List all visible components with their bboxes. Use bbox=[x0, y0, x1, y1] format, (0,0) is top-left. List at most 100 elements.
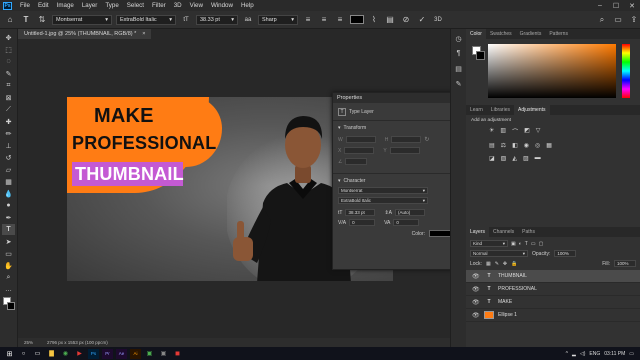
illustrator-taskbar-icon[interactable]: Ai bbox=[130, 348, 141, 359]
visibility-eye-icon[interactable]: 👁 bbox=[472, 299, 480, 306]
toggle-orientation-icon[interactable]: ⇅ bbox=[36, 14, 48, 26]
smart-filter-icon[interactable]: ▢ bbox=[539, 241, 544, 247]
levels-icon[interactable]: ▥ bbox=[500, 127, 506, 136]
path-select-tool-icon[interactable]: ➤ bbox=[2, 236, 15, 247]
maximize-icon[interactable]: ☐ bbox=[608, 2, 624, 10]
clone-stamp-tool-icon[interactable]: ⊥ bbox=[2, 140, 15, 151]
font-size-field[interactable]: 38.33 pt ▾ bbox=[196, 14, 238, 25]
menu-type[interactable]: Type bbox=[101, 2, 122, 9]
layer-row-ellipse[interactable]: 👁 Ellipse 1 bbox=[466, 309, 640, 322]
color-lookup-icon[interactable]: ▦ bbox=[546, 142, 552, 149]
align-center-icon[interactable]: ≡ bbox=[318, 14, 330, 26]
char-font-size-field[interactable]: 38.33 pt bbox=[345, 209, 376, 216]
blend-mode-select[interactable]: Normal ▾ bbox=[470, 250, 528, 257]
history-brush-tool-icon[interactable]: ↺ bbox=[2, 152, 15, 163]
background-color-swatch[interactable] bbox=[476, 51, 485, 60]
transform-section-header[interactable]: ▾ Transform bbox=[333, 125, 464, 131]
more-tools-icon[interactable]: … bbox=[2, 284, 15, 295]
align-left-icon[interactable]: ≡ bbox=[302, 14, 314, 26]
history-panel-icon[interactable]: ◷ bbox=[453, 33, 464, 44]
type-tool-icon[interactable]: T bbox=[2, 224, 15, 235]
type-filter-icon[interactable]: T bbox=[525, 241, 528, 247]
text-make[interactable]: MAKE bbox=[94, 105, 154, 128]
visibility-eye-icon[interactable]: 👁 bbox=[472, 286, 480, 293]
invert-icon[interactable]: ◪ bbox=[489, 155, 495, 162]
app-taskbar-icon[interactable]: ▣ bbox=[144, 349, 155, 359]
font-family-select[interactable]: Montserrat ▾ bbox=[52, 14, 112, 25]
tab-layers[interactable]: Layers bbox=[466, 227, 490, 237]
pixel-filter-icon[interactable]: ▣ bbox=[511, 241, 516, 247]
premiere-taskbar-icon[interactable]: Pr bbox=[102, 348, 113, 359]
font-style-select[interactable]: ExtraBold Italic ▾ bbox=[116, 14, 176, 25]
brush-tool-icon[interactable]: ✏ bbox=[2, 128, 15, 139]
layer-row-professional[interactable]: 👁 T PROFESSIONAL bbox=[466, 283, 640, 296]
volume-icon[interactable]: ◁) bbox=[580, 351, 586, 357]
healing-brush-tool-icon[interactable]: ✚ bbox=[2, 116, 15, 127]
blur-tool-icon[interactable]: 💧 bbox=[2, 188, 15, 199]
x-field[interactable] bbox=[344, 147, 375, 154]
color-swatches-icon[interactable] bbox=[2, 296, 15, 312]
3d-icon[interactable]: 3D bbox=[432, 14, 444, 26]
commit-check-icon[interactable]: ✓ bbox=[416, 14, 428, 26]
move-tool-icon[interactable]: ✥ bbox=[2, 32, 15, 43]
vibrance-icon[interactable]: ▽ bbox=[536, 127, 541, 136]
network-icon[interactable]: ▂ bbox=[572, 351, 576, 357]
hand-tool-icon[interactable]: ✋ bbox=[2, 260, 15, 271]
type-tool-preset-icon[interactable]: T bbox=[20, 14, 32, 26]
char-font-style-select[interactable]: ExtraBold Italic ▾ bbox=[338, 197, 428, 204]
color-picker-field[interactable] bbox=[488, 44, 616, 98]
y-field[interactable] bbox=[389, 147, 420, 154]
pen-tool-icon[interactable]: ✒ bbox=[2, 212, 15, 223]
gradient-tool-icon[interactable]: ▦ bbox=[2, 176, 15, 187]
close-icon[interactable]: ✕ bbox=[624, 2, 640, 10]
tab-color[interactable]: Color bbox=[466, 29, 486, 39]
document-tab-close-icon[interactable]: × bbox=[142, 31, 145, 37]
brush-panel-icon[interactable]: ✎ bbox=[453, 78, 464, 89]
lock-move-icon[interactable]: ✥ bbox=[503, 261, 507, 267]
shape-filter-icon[interactable]: ▭ bbox=[531, 241, 536, 247]
tab-gradients[interactable]: Gradients bbox=[516, 29, 546, 39]
char-leading-field[interactable]: (Auto) bbox=[394, 209, 425, 216]
eraser-tool-icon[interactable]: ▱ bbox=[2, 164, 15, 175]
black-white-icon[interactable]: ◧ bbox=[512, 142, 518, 149]
dodge-tool-icon[interactable]: ● bbox=[2, 200, 15, 211]
char-font-family-select[interactable]: Montserrat ▾ bbox=[338, 187, 428, 194]
character-section-header[interactable]: ▾ Character bbox=[333, 178, 464, 184]
menu-layer[interactable]: Layer bbox=[78, 2, 101, 9]
menu-image[interactable]: Image bbox=[53, 2, 78, 9]
warp-text-icon[interactable]: ⌇ bbox=[368, 14, 380, 26]
share-icon[interactable]: ⇪ bbox=[628, 14, 640, 26]
cancel-icon[interactable]: ⊘ bbox=[400, 14, 412, 26]
lasso-tool-icon[interactable]: ◌ bbox=[2, 56, 15, 67]
menu-filter[interactable]: Filter bbox=[148, 2, 170, 9]
canvas-area[interactable]: MAKE PROFESSIONAL THUMBNAIL Properties T… bbox=[18, 39, 464, 338]
zoom-level[interactable]: 25% bbox=[24, 340, 33, 345]
layer-row-thumbnail[interactable]: 👁 T THUMBNAIL bbox=[466, 270, 640, 283]
file-explorer-icon[interactable]: ▇ bbox=[46, 349, 57, 359]
exposure-icon[interactable]: ◩ bbox=[524, 127, 530, 136]
crop-tool-icon[interactable]: ⌗ bbox=[2, 80, 15, 91]
tab-paths[interactable]: Paths bbox=[518, 227, 539, 237]
search-icon[interactable]: ○ bbox=[18, 349, 29, 359]
tab-channels[interactable]: Channels bbox=[489, 227, 518, 237]
zoom-tool-icon[interactable]: ⌕ bbox=[2, 272, 15, 283]
channel-mixer-icon[interactable]: ◎ bbox=[535, 142, 540, 149]
properties-panel-icon[interactable]: ▤ bbox=[453, 63, 464, 74]
home-icon[interactable]: ⌂ bbox=[4, 14, 16, 26]
app2-taskbar-icon[interactable]: ▣ bbox=[158, 349, 169, 359]
link-icon[interactable]: ↻ bbox=[424, 136, 429, 143]
text-thumbnail[interactable]: THUMBNAIL bbox=[75, 164, 184, 185]
menu-view[interactable]: View bbox=[186, 2, 207, 9]
notification-icon[interactable]: ▭ bbox=[629, 351, 634, 357]
marquee-tool-icon[interactable]: ⬚ bbox=[2, 44, 15, 55]
color-balance-icon[interactable]: ⚖ bbox=[501, 142, 506, 149]
workspace-icon[interactable]: ▭ bbox=[612, 14, 624, 26]
paragraph-panel-icon[interactable]: ¶ bbox=[453, 48, 464, 59]
text-color-swatch[interactable] bbox=[350, 15, 364, 24]
lock-all-icon[interactable]: 🔒 bbox=[511, 261, 517, 267]
antialias-select[interactable]: Sharp ▾ bbox=[258, 14, 298, 25]
aftereffects-taskbar-icon[interactable]: Ae bbox=[116, 348, 127, 359]
chrome-icon[interactable]: ◉ bbox=[60, 349, 71, 359]
align-right-icon[interactable]: ≡ bbox=[334, 14, 346, 26]
posterize-icon[interactable]: ▧ bbox=[501, 155, 507, 162]
